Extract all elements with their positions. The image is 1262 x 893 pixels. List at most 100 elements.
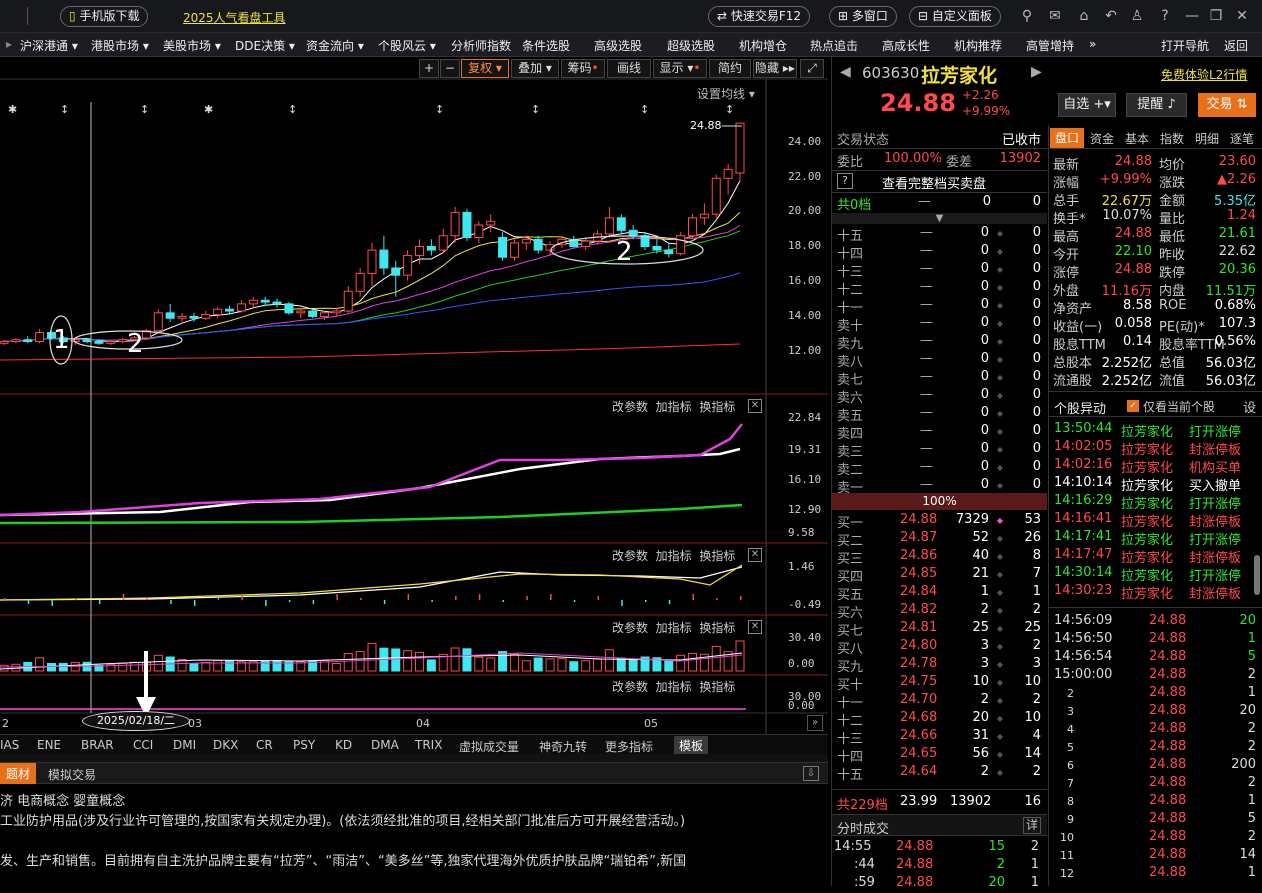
user-icon[interactable]: ⚲	[1019, 8, 1035, 24]
tab-pankou[interactable]: 盘口	[1050, 128, 1084, 148]
shirt-icon[interactable]: ♙	[1129, 8, 1145, 24]
mail-icon[interactable]: ✉	[1047, 8, 1063, 24]
custom-panel-button[interactable]: ⊟ 自定义面板	[909, 6, 1001, 27]
home-icon[interactable]: ⌂	[1076, 8, 1092, 24]
multi-window-button[interactable]: ⊞ 多窗口	[829, 6, 897, 27]
anomaly-row[interactable]: 14:02:05 拉芳家化 封涨停板	[1049, 439, 1262, 458]
event-marker[interactable]: ↕	[288, 103, 297, 116]
sell-level-row[interactable]: 卖五 — 0 ◆ 0	[832, 405, 1047, 424]
help-icon[interactable]: ?	[837, 173, 853, 189]
menu-item-inst-add[interactable]: 机构增仓	[739, 37, 787, 54]
tab-sim-trade[interactable]: 模拟交易	[48, 766, 96, 783]
open-nav-button[interactable]: 打开导航	[1161, 37, 1209, 54]
tab-fund[interactable]: 资金	[1085, 130, 1119, 147]
buy-level-row[interactable]: 买九 24.78 3 ◆ 3	[832, 656, 1047, 675]
anomaly-scrollbar[interactable]	[1254, 555, 1260, 595]
ind-virtual-volume[interactable]: 虚拟成交量	[459, 738, 519, 755]
kline-chart-area[interactable]: + − 复权 ▾ 叠加 ▾ 筹码• 画线 显示 ▾• 简约 隐藏 ▸▸ ⤢ 设置…	[0, 57, 828, 757]
event-marker[interactable]: ↕	[531, 103, 540, 116]
anomaly-row[interactable]: 14:30:23 拉芳家化 封涨停板	[1049, 583, 1262, 602]
buy-level-row[interactable]: 买十 24.75 10 ◆ 10	[832, 674, 1047, 693]
modify-params-button[interactable]: 改参数	[612, 680, 648, 694]
anomaly-row[interactable]: 14:17:41 拉芳家化 打开涨停	[1049, 529, 1262, 548]
switch-indicator-button[interactable]: 换指标	[699, 621, 735, 635]
buy-level-row[interactable]: 买六 24.82 2 ◆ 2	[832, 602, 1047, 621]
tab-basic[interactable]: 基本	[1120, 130, 1154, 147]
modify-params-button[interactable]: 改参数	[612, 400, 648, 414]
buy-level-row[interactable]: 十四 24.65 56 ◆ 14	[832, 746, 1047, 765]
sell-level-row[interactable]: 卖九 — 0 ◆ 0	[832, 333, 1047, 352]
sell-level-row[interactable]: 卖六 — 0 ◆ 0	[832, 387, 1047, 406]
buy-level-row[interactable]: 十五 24.64 2 ◆ 2	[832, 764, 1047, 783]
add-indicator-button[interactable]: 加指标	[656, 621, 692, 635]
ind-magic-nine[interactable]: 神奇九转	[539, 738, 587, 755]
event-marker[interactable]: ↕	[640, 103, 649, 116]
tab-tick[interactable]: 逐笔	[1225, 130, 1259, 147]
menu-item-dde[interactable]: DDE决策 ▾	[235, 37, 295, 54]
add-indicator-button[interactable]: 加指标	[656, 549, 692, 563]
sell-level-row[interactable]: 十三 — 0 ◆ 0	[832, 261, 1047, 280]
anomaly-row[interactable]: 13:50:44 拉芳家化 打开涨停	[1049, 421, 1262, 440]
anomaly-row[interactable]: 14:16:41 拉芳家化 封涨停板	[1049, 511, 1262, 530]
help-icon[interactable]: ?	[1157, 8, 1173, 24]
anomaly-settings-button[interactable]: 设	[1243, 397, 1256, 416]
buy-level-row[interactable]: 买二 24.87 52 ◆ 26	[832, 530, 1047, 549]
switch-indicator-button[interactable]: 换指标	[699, 549, 735, 563]
close-panel-icon[interactable]: ✕	[748, 399, 762, 413]
menu-item-stock-news[interactable]: 个股风云 ▾	[378, 37, 436, 54]
menu-item-growth[interactable]: 高成长性	[882, 37, 930, 54]
mobile-download-button[interactable]: ▯ 手机版下载	[60, 6, 149, 27]
ind-dkx[interactable]: DKX	[213, 738, 238, 752]
sell-level-row[interactable]: 卖八 — 0 ◆ 0	[832, 351, 1047, 370]
buy-level-row[interactable]: 买七 24.81 25 ◆ 25	[832, 620, 1047, 639]
switch-indicator-button[interactable]: 换指标	[699, 680, 735, 694]
event-marker[interactable]: ↕	[140, 103, 149, 116]
full-book-row[interactable]: ? 查看完整档买卖盘	[832, 173, 1047, 192]
next-stock-icon[interactable]: ▶	[1031, 64, 1042, 80]
menu-item-hk[interactable]: 港股市场 ▾	[91, 37, 149, 54]
ind-cci[interactable]: CCI	[133, 738, 153, 752]
buy-level-row[interactable]: 买五 24.84 1 ◆ 1	[832, 584, 1047, 603]
menu-item-hotspot[interactable]: 热点追击	[810, 37, 858, 54]
close-panel-icon[interactable]: ✕	[748, 548, 762, 562]
sell-level-row[interactable]: 十五 — 0 ◆ 0	[832, 225, 1047, 244]
menu-item-hsgt[interactable]: 沪深港通 ▾	[20, 37, 78, 54]
ind-trix[interactable]: TRIX	[415, 738, 442, 752]
ind-ias[interactable]: IAS	[0, 738, 19, 752]
menu-item-advanced[interactable]: 高级选股	[594, 37, 642, 54]
event-marker[interactable]: ↕	[435, 103, 444, 116]
undo-icon[interactable]: ↶	[1103, 8, 1119, 24]
buy-level-row[interactable]: 买八 24.80 3 ◆ 2	[832, 638, 1047, 657]
ind-template[interactable]: 模板	[674, 736, 709, 755]
ind-brar[interactable]: BRAR	[81, 738, 114, 752]
menu-item-condition[interactable]: 条件选股	[522, 37, 570, 54]
full-book-link[interactable]: 查看完整档买卖盘	[882, 173, 986, 192]
tab-detail[interactable]: 明细	[1190, 130, 1224, 147]
sell-level-row[interactable]: 十一 — 0 ◆ 0	[832, 297, 1047, 316]
ticks-detail-button[interactable]: 详	[1023, 817, 1041, 834]
anomaly-row[interactable]: 14:10:14 拉芳家化 买入撤单	[1049, 475, 1262, 494]
buy-level-row[interactable]: 十三 24.66 31 ◆ 4	[832, 728, 1047, 747]
prev-stock-icon[interactable]: ◀	[840, 64, 851, 80]
promo-link[interactable]: 2025人气看盘工具	[183, 9, 286, 26]
buy-level-row[interactable]: 买三 24.86 40 ◆ 8	[832, 548, 1047, 567]
alert-button[interactable]: 提醒 ♪	[1126, 93, 1187, 117]
ind-cr[interactable]: CR	[256, 738, 273, 752]
modify-params-button[interactable]: 改参数	[612, 621, 648, 635]
menu-item-super[interactable]: 超级选股	[667, 37, 715, 54]
anomaly-row[interactable]: 14:30:14 拉芳家化 打开涨停	[1049, 565, 1262, 584]
anomaly-row[interactable]: 14:17:47 拉芳家化 封涨停板	[1049, 547, 1262, 566]
modify-params-button[interactable]: 改参数	[612, 549, 648, 563]
scroll-right-icon[interactable]: »	[807, 715, 823, 731]
menu-more[interactable]: »	[1089, 37, 1096, 51]
menu-item-inst-rec[interactable]: 机构推荐	[954, 37, 1002, 54]
sell-level-row[interactable]: 卖三 — 0 ◆ 0	[832, 441, 1047, 460]
event-marker[interactable]: ✱	[204, 103, 213, 116]
expand-sells-icon[interactable]: ▼	[832, 213, 1047, 224]
trade-button[interactable]: 交易 ⇅	[1198, 93, 1256, 117]
sell-level-row[interactable]: 卖十 — 0 ◆ 0	[832, 315, 1047, 334]
anomaly-row[interactable]: 14:02:16 拉芳家化 机构买单	[1049, 457, 1262, 476]
ind-more[interactable]: 更多指标	[605, 738, 653, 755]
quick-trade-button[interactable]: ⇄ 快速交易F12	[708, 6, 811, 27]
event-marker[interactable]: ↕	[60, 103, 69, 116]
